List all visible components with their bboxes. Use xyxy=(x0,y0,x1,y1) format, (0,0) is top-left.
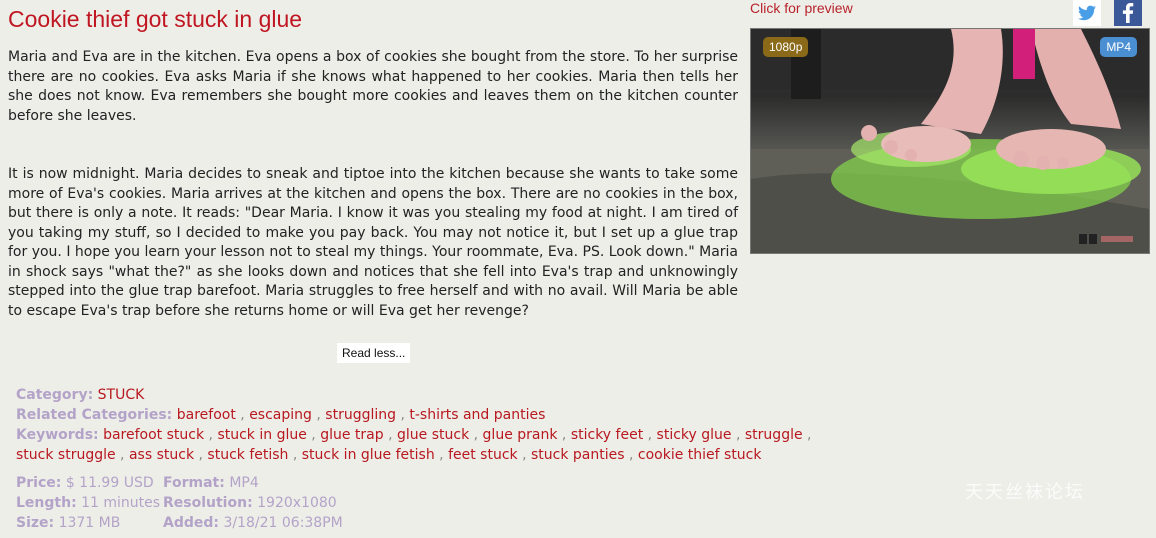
related-categories-label: Related Categories: xyxy=(16,407,173,423)
size-label: Size: xyxy=(16,515,55,531)
length-value: 11 minutes xyxy=(81,495,161,511)
related-categories-list: barefoot , escaping , struggling , t-shi… xyxy=(177,407,546,423)
category-link[interactable]: STUCK xyxy=(98,387,145,403)
separator: , xyxy=(624,447,638,463)
description-paragraph: Maria and Eva are in the kitchen. Eva op… xyxy=(8,49,738,124)
resolution-label: Resolution: xyxy=(163,495,253,511)
separator: , xyxy=(517,447,531,463)
keyword-link[interactable]: stuck panties xyxy=(531,447,625,463)
separator: , xyxy=(557,427,571,443)
facebook-share-button[interactable] xyxy=(1114,0,1142,26)
separator: , xyxy=(469,427,483,443)
related-categories-line: Related Categories: barefoot , escaping … xyxy=(16,405,816,425)
separator: , xyxy=(434,447,449,463)
price-value: $ 11.99 USD xyxy=(65,475,154,491)
resolution-value: 1920x1080 xyxy=(257,495,337,511)
keyword-link[interactable]: glue prank xyxy=(483,427,558,443)
related-category-link[interactable]: escaping xyxy=(249,407,312,423)
info-column-1: Price: $ 11.99 USD Length: 11 minutes Si… xyxy=(16,473,160,533)
separator: , xyxy=(643,427,657,443)
separator: , xyxy=(396,407,410,423)
keyword-link[interactable]: stuck fetish xyxy=(207,447,288,463)
length-label: Length: xyxy=(16,495,77,511)
description-paragraph: It is now midnight. Maria decides to sne… xyxy=(8,166,738,319)
category-label: Category: xyxy=(16,387,94,403)
keyword-link[interactable]: struggle xyxy=(745,427,803,443)
separator: , xyxy=(204,427,218,443)
separator: , xyxy=(731,427,745,443)
keyword-link[interactable]: ass stuck xyxy=(129,447,194,463)
keywords-line: Keywords: barefoot stuck , stuck in glue… xyxy=(16,425,816,465)
facebook-icon xyxy=(1122,3,1134,23)
separator: , xyxy=(802,427,812,443)
added-label: Added: xyxy=(163,515,219,531)
keyword-link[interactable]: stuck struggle xyxy=(16,447,116,463)
keywords-label: Keywords: xyxy=(16,427,99,443)
category-line: Category: STUCK xyxy=(16,385,816,405)
preview-link[interactable]: Click for preview xyxy=(750,0,853,16)
related-category-link[interactable]: struggling xyxy=(325,407,396,423)
keywords-list: barefoot stuck , stuck in glue , glue tr… xyxy=(16,427,812,463)
separator: , xyxy=(194,447,208,463)
metadata-section: Category: STUCK Related Categories: bare… xyxy=(16,385,816,465)
keyword-link[interactable]: glue stuck xyxy=(397,427,469,443)
separator: , xyxy=(306,427,321,443)
info-column-2: Format: MP4 Resolution: 1920x1080 Added:… xyxy=(163,473,343,533)
format-value: MP4 xyxy=(229,475,259,491)
video-preview[interactable]: 1080p MP4 xyxy=(750,28,1150,254)
keyword-link[interactable]: sticky glue xyxy=(657,427,732,443)
keyword-link[interactable]: barefoot stuck xyxy=(103,427,204,443)
separator: , xyxy=(235,407,250,423)
separator: , xyxy=(288,447,302,463)
size-value: 1371 MB xyxy=(58,515,121,531)
watermark: 天天丝袜论坛 xyxy=(965,482,1085,503)
page-title: Cookie thief got stuck in glue xyxy=(8,6,303,32)
keyword-link[interactable]: sticky feet xyxy=(571,427,643,443)
keyword-link[interactable]: feet stuck xyxy=(448,447,518,463)
added-value: 3/18/21 06:38PM xyxy=(223,515,343,531)
format-label: Format: xyxy=(163,475,225,491)
preview-image xyxy=(751,29,1149,253)
separator: , xyxy=(311,407,326,423)
keyword-link[interactable]: glue trap xyxy=(320,427,383,443)
price-label: Price: xyxy=(16,475,62,491)
read-less-button[interactable]: Read less... xyxy=(337,343,411,363)
related-category-link[interactable]: t-shirts and panties xyxy=(409,407,545,423)
resolution-badge: 1080p xyxy=(763,37,809,57)
keyword-link[interactable]: stuck in glue fetish xyxy=(302,447,435,463)
related-category-link[interactable]: barefoot xyxy=(177,407,236,423)
description: Maria and Eva are in the kitchen. Eva op… xyxy=(8,48,738,321)
twitter-share-button[interactable] xyxy=(1073,0,1101,26)
keyword-link[interactable]: stuck in glue xyxy=(217,427,306,443)
keyword-link[interactable]: cookie thief stuck xyxy=(638,447,762,463)
format-badge: MP4 xyxy=(1100,37,1137,57)
separator: , xyxy=(383,427,397,443)
separator: , xyxy=(115,447,129,463)
twitter-icon xyxy=(1078,5,1096,21)
